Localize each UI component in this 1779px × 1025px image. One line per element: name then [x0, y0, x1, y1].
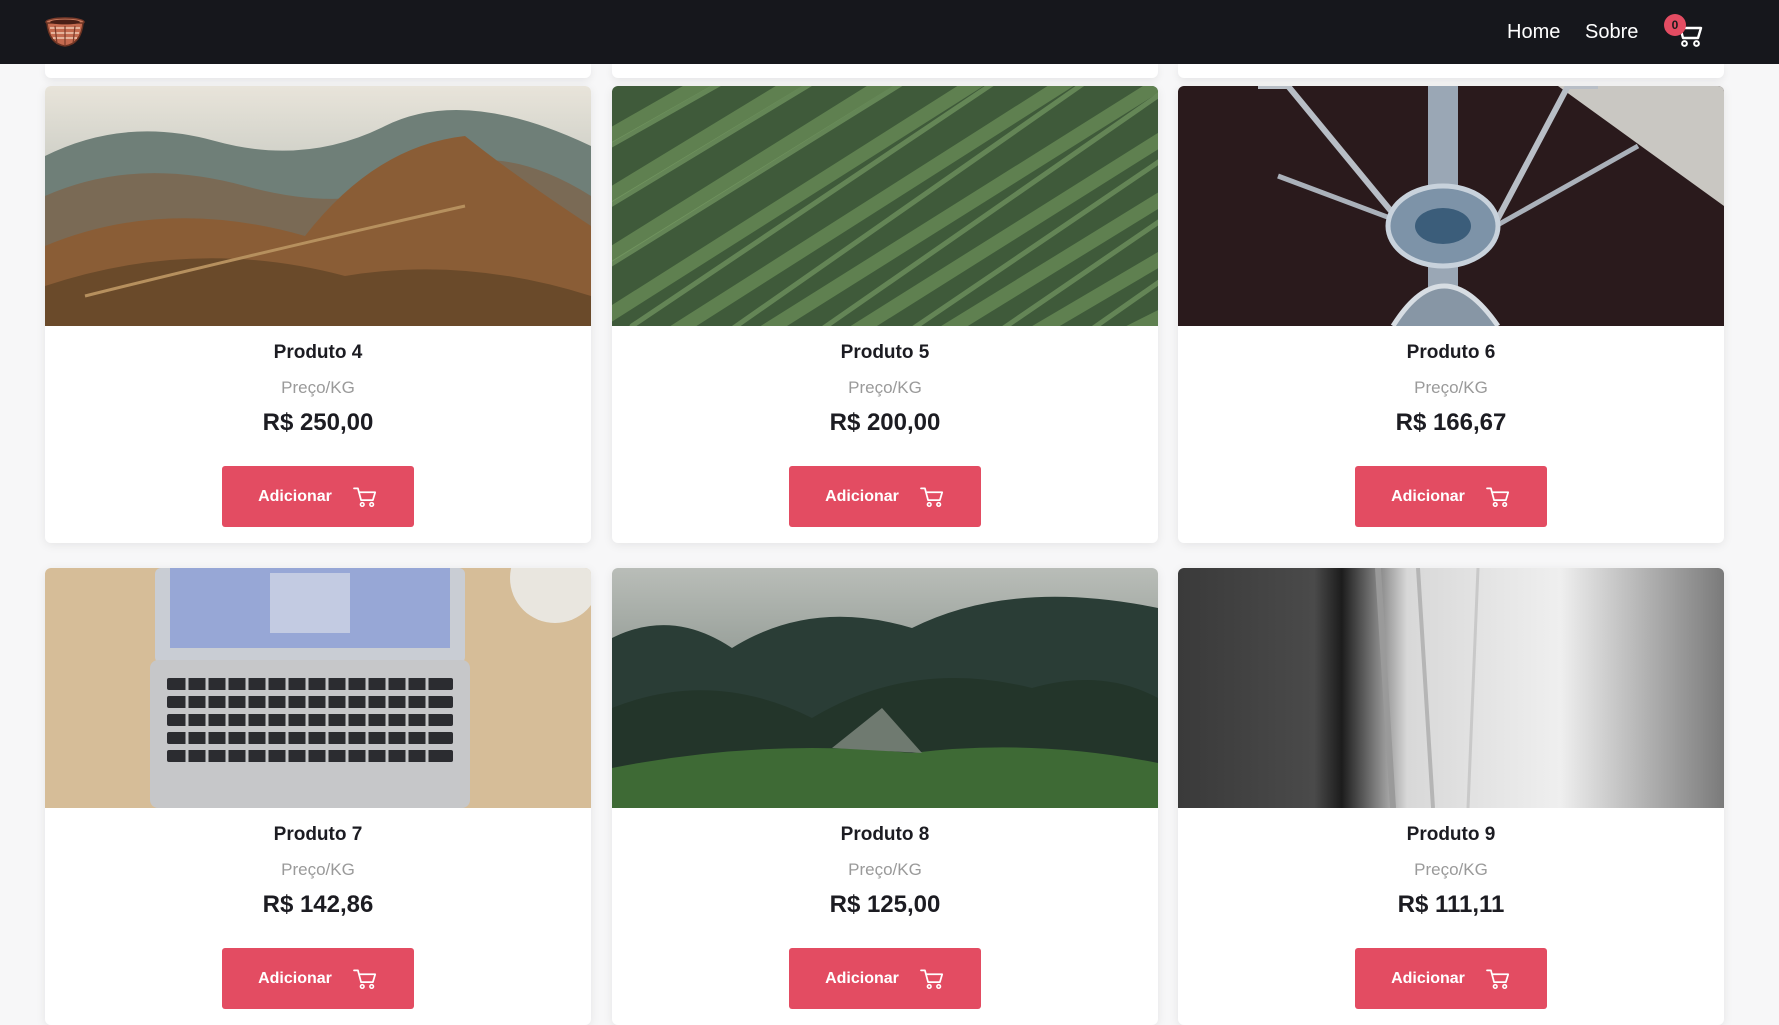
add-button-label: Adicionar [258, 969, 332, 987]
cart-button[interactable]: 0 [1664, 14, 1704, 48]
product-image [612, 86, 1158, 326]
product-card: Produto 7 Preço/KG R$ 142,86 Adicionar [45, 568, 591, 1025]
nav-link-home[interactable]: Home [1507, 21, 1560, 44]
add-button-label: Adicionar [825, 969, 899, 987]
nav-link-sobre[interactable]: Sobre [1585, 21, 1638, 44]
card-partial [612, 64, 1158, 78]
add-to-cart-button[interactable]: Adicionar [1355, 466, 1547, 527]
product-title: Produto 5 [840, 342, 930, 363]
product-image [45, 86, 591, 326]
add-button-label: Adicionar [1391, 487, 1465, 505]
cart-icon [353, 968, 376, 989]
product-unit-label: Preço/KG [848, 378, 922, 397]
add-to-cart-button[interactable]: Adicionar [1355, 948, 1547, 1009]
product-card: Produto 6 Preço/KG R$ 166,67 Adicionar [1178, 86, 1724, 543]
cart-icon [1486, 968, 1509, 989]
cart-icon [1486, 486, 1509, 507]
product-price: R$ 250,00 [262, 409, 374, 436]
product-price: R$ 142,86 [262, 891, 374, 918]
product-card: Produto 9 Preço/KG R$ 111,11 Adicionar [1178, 568, 1724, 1025]
product-price: R$ 166,67 [1395, 409, 1507, 436]
product-image [1178, 568, 1724, 808]
product-unit-label: Preço/KG [1414, 860, 1488, 879]
product-price: R$ 125,00 [829, 891, 941, 918]
product-title: Produto 4 [273, 342, 363, 363]
card-partial [45, 64, 591, 78]
cart-count-badge: 0 [1664, 14, 1686, 36]
product-price: R$ 111,11 [1397, 891, 1505, 918]
product-unit-label: Preço/KG [1414, 378, 1488, 397]
product-unit-label: Preço/KG [848, 860, 922, 879]
add-button-label: Adicionar [1391, 969, 1465, 987]
navbar: Home Sobre 0 [0, 0, 1779, 64]
add-to-cart-button[interactable]: Adicionar [789, 948, 981, 1009]
add-to-cart-button[interactable]: Adicionar [222, 466, 414, 527]
product-title: Produto 9 [1406, 824, 1496, 845]
product-title: Produto 6 [1406, 342, 1496, 363]
cart-icon [353, 486, 376, 507]
add-to-cart-button[interactable]: Adicionar [789, 466, 981, 527]
add-button-label: Adicionar [258, 487, 332, 505]
card-partial [1178, 64, 1724, 78]
product-unit-label: Preço/KG [281, 378, 355, 397]
add-to-cart-button[interactable]: Adicionar [222, 948, 414, 1009]
product-image [45, 568, 591, 808]
product-unit-label: Preço/KG [281, 860, 355, 879]
product-image [1178, 86, 1724, 326]
product-price: R$ 200,00 [829, 409, 941, 436]
product-card: Produto 4 Preço/KG R$ 250,00 Adicionar [45, 86, 591, 543]
basket-icon[interactable] [44, 16, 86, 48]
cart-icon [920, 486, 943, 507]
cart-icon [920, 968, 943, 989]
product-title: Produto 7 [273, 824, 363, 845]
product-image [612, 568, 1158, 808]
add-button-label: Adicionar [825, 487, 899, 505]
product-card: Produto 5 Preço/KG R$ 200,00 Adicionar [612, 86, 1158, 543]
product-title: Produto 8 [840, 824, 930, 845]
product-card: Produto 8 Preço/KG R$ 125,00 Adicionar [612, 568, 1158, 1025]
